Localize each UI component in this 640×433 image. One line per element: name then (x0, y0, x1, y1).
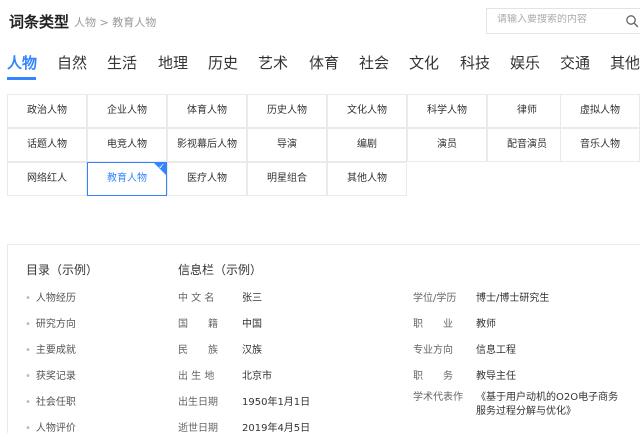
info-label: 职 务 (413, 371, 453, 382)
info-value: 2019年4月5日 (242, 423, 311, 433)
subcategory-item[interactable]: 配音演员 (487, 128, 567, 162)
info-label: 出 生 地 (178, 371, 215, 382)
search-box[interactable] (486, 8, 640, 34)
bullet-icon: • (25, 293, 31, 304)
toc-item[interactable]: • 人物经历 (25, 289, 76, 304)
toc-item[interactable]: • 主要成就 (25, 341, 76, 356)
bullet-icon: • (25, 423, 31, 433)
info-label: 国 籍 (178, 319, 218, 330)
tab-geography[interactable]: 地理 (158, 52, 188, 73)
tab-technology[interactable]: 科技 (460, 52, 490, 73)
info-label: 学位/学历 (413, 293, 457, 304)
breadcrumb[interactable]: 人物 > 教育人物 (74, 14, 156, 30)
info-label: 职 业 (413, 319, 453, 330)
toc-item-label: 获奖记录 (35, 371, 76, 382)
subcategory-item[interactable]: 演员 (407, 128, 487, 162)
info-value: 中国 (242, 319, 262, 330)
subcategory-item[interactable]: 音乐人物 (560, 128, 640, 162)
subcategory-item[interactable]: 企业人物 (87, 94, 167, 128)
toc-item[interactable]: • 社会任职 (25, 393, 76, 408)
subcategory-item[interactable]: 导演 (247, 128, 327, 162)
bullet-icon: • (25, 345, 31, 356)
subcategory-item[interactable]: 律师 (487, 94, 567, 128)
tab-culture[interactable]: 文化 (409, 52, 439, 73)
bullet-icon: • (25, 319, 31, 330)
subcategory-item[interactable]: 虚拟人物 (560, 94, 640, 128)
info-value: 张三 (242, 293, 262, 304)
subcategory-item[interactable]: 政治人物 (7, 94, 87, 128)
subcategory-item[interactable]: 文化人物 (327, 94, 407, 128)
search-input[interactable] (497, 14, 607, 25)
info-value: 《基于用户动机的O2O电子商务服务过程分解与优化》 (476, 392, 619, 417)
info-value: 教师 (476, 319, 496, 330)
subcategory-item-active[interactable]: 教育人物 ✓ (87, 162, 167, 196)
category-tabs: 人物 自然 生活 地理 历史 艺术 体育 社会 文化 科技 娱乐 交通 其他 (0, 52, 640, 82)
info-value: 信息工程 (476, 345, 516, 356)
search-icon[interactable] (625, 14, 639, 28)
toc-item-label: 人物经历 (35, 293, 76, 304)
toc-title: 目录（示例） (26, 263, 99, 277)
active-tab-indicator (7, 77, 36, 80)
info-label: 专业方向 (413, 345, 453, 356)
subcategory-item[interactable]: 其他人物 (327, 162, 407, 196)
tab-people[interactable]: 人物 (7, 52, 37, 73)
infobox-title: 信息栏（示例） (178, 263, 263, 277)
subcategory-label: 教育人物 (107, 173, 147, 184)
subcategory-item[interactable]: 明星组合 (247, 162, 327, 196)
toc-item[interactable]: • 获奖记录 (25, 367, 76, 382)
subcategory-item[interactable]: 体育人物 (167, 94, 247, 128)
info-value: 汉族 (242, 345, 262, 356)
subcategory-item[interactable]: 影视幕后人物 (167, 128, 247, 162)
info-label: 逝世日期 (178, 423, 218, 433)
check-icon: ✓ (158, 162, 165, 171)
info-label: 中 文 名 (178, 293, 215, 304)
info-value: 北京市 (242, 371, 272, 382)
info-label: 出生日期 (178, 397, 218, 408)
info-value: 博士/博士研究生 (476, 293, 550, 304)
toc-item-label: 研究方向 (35, 319, 76, 330)
tab-sports[interactable]: 体育 (309, 52, 339, 73)
tab-history[interactable]: 历史 (208, 52, 238, 73)
subcategory-item[interactable]: 网络红人 (7, 162, 87, 196)
header: 词条类型 人物 > 教育人物 (0, 0, 640, 44)
subcategory-item[interactable]: 编剧 (327, 128, 407, 162)
subcategory-item[interactable]: 话题人物 (7, 128, 87, 162)
toc-item-label: 社会任职 (35, 397, 76, 408)
tab-entertainment[interactable]: 娱乐 (510, 52, 540, 73)
info-label: 学术代表作 (413, 392, 463, 403)
toc-item-label: 人物评价 (35, 423, 76, 433)
tab-society[interactable]: 社会 (359, 52, 389, 73)
tab-other[interactable]: 其他 (610, 52, 640, 73)
subcategory-item[interactable]: 医疗人物 (167, 162, 247, 196)
bullet-icon: • (25, 371, 31, 382)
bullet-icon: • (25, 397, 31, 408)
toc-item[interactable]: • 人物评价 (25, 419, 76, 433)
tab-traffic[interactable]: 交通 (560, 52, 590, 73)
toc-item-label: 主要成就 (35, 345, 76, 356)
tab-art[interactable]: 艺术 (258, 52, 288, 73)
info-value: 1950年1月1日 (242, 397, 311, 408)
toc-item[interactable]: • 研究方向 (25, 315, 76, 330)
info-label: 民 族 (178, 345, 218, 356)
subcategory-item[interactable]: 科学人物 (407, 94, 487, 128)
info-value: 教导主任 (476, 371, 516, 382)
example-panel: 目录（示例） • 人物经历 • 研究方向 • 主要成就 • 获奖记录 • 社会任职 • 人物… (7, 244, 640, 433)
subcategory-item[interactable]: 历史人物 (247, 94, 327, 128)
tab-nature[interactable]: 自然 (57, 52, 87, 73)
page-title: 词条类型 (9, 13, 70, 31)
tab-life[interactable]: 生活 (107, 52, 137, 73)
subcategory-item[interactable]: 电竞人物 (87, 128, 167, 162)
